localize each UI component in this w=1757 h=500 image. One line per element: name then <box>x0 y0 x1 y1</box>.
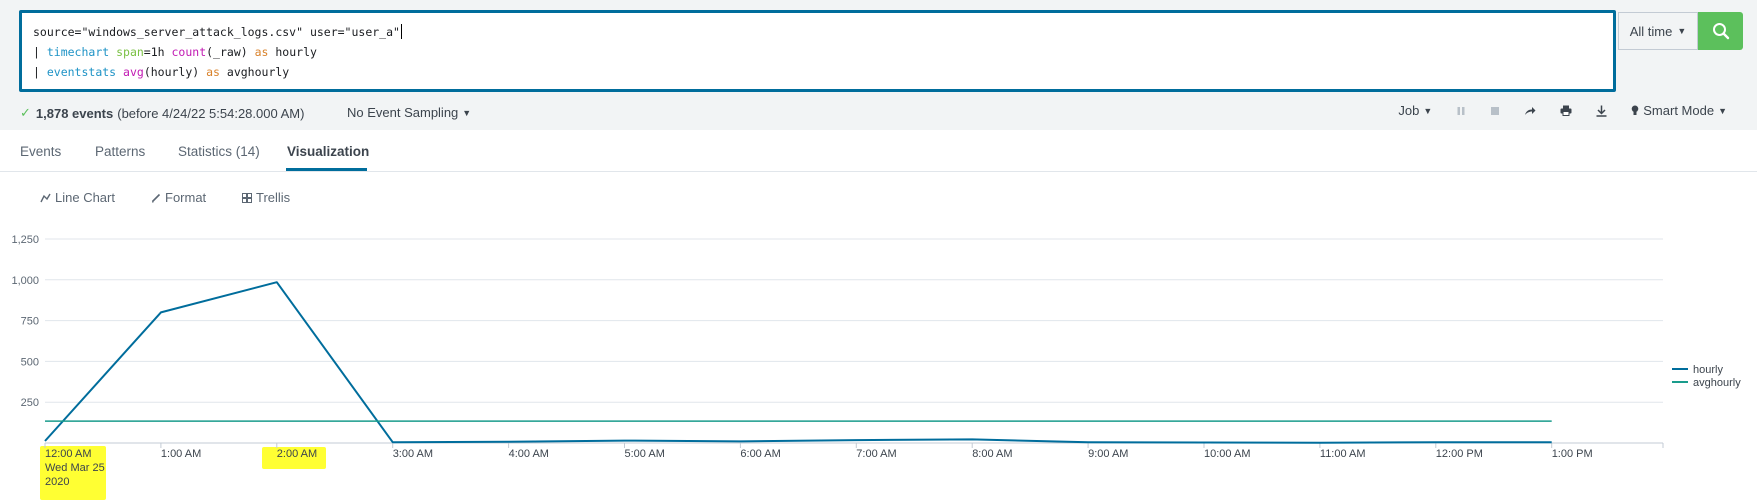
x-tick-label: 3:00 AM <box>393 448 433 460</box>
caret-down-icon: ▼ <box>1677 26 1687 36</box>
y-tick-label: 250 <box>21 397 39 409</box>
text-caret <box>400 24 402 39</box>
pause-icon <box>1457 106 1465 115</box>
checkmark-icon: ✓ <box>20 105 31 120</box>
legend-label: avghourly <box>1693 377 1741 389</box>
line-chart-panel: 1,250 1,000 750 500 250 12:00 AM Wed Mar 25 202… <box>0 225 1757 500</box>
as-keyword: as <box>206 65 220 79</box>
x-tick-label: 10:00 AM <box>1204 448 1250 460</box>
pause-button[interactable] <box>1456 106 1466 116</box>
y-tick-label: 750 <box>21 316 39 328</box>
legend-label: hourly <box>1693 364 1723 376</box>
lightbulb-icon <box>1631 105 1639 115</box>
query-line-1-text: source="windows_server_attack_logs.csv" … <box>33 25 400 39</box>
job-menu-label: Job <box>1398 103 1420 118</box>
time-range-picker[interactable]: All time ▼ <box>1618 12 1698 50</box>
format-label: Format <box>165 190 207 205</box>
x-tick-label: 12:00 PM <box>1436 448 1483 460</box>
search-mode-label: Smart Mode <box>1643 103 1715 118</box>
time-range-label: All time <box>1629 23 1673 39</box>
query-line-3: | eventstats avg(hourly) as avghourly <box>33 62 1602 82</box>
y-tick-label: 500 <box>21 356 39 368</box>
chart-type-button[interactable]: Line Chart <box>40 190 115 205</box>
command-keyword: timechart <box>46 45 110 59</box>
line-chart-icon <box>40 193 51 202</box>
download-icon <box>1596 105 1607 117</box>
alias-text: avghourly <box>219 65 290 79</box>
x-tick-label: 1:00 AM <box>161 448 201 460</box>
chart-type-label: Line Chart <box>55 190 115 205</box>
x-tick-label: 6:00 AM <box>740 448 780 460</box>
print-button[interactable] <box>1560 105 1572 116</box>
event-count: 1,878 events <box>35 105 114 121</box>
x-tick-label: 7:00 AM <box>856 448 896 460</box>
pipe-symbol: | <box>33 45 47 59</box>
pencil-icon <box>151 193 161 202</box>
tab-events[interactable]: Events <box>20 144 61 159</box>
query-line-2: | timechart span=1h count(_raw) as hourl… <box>33 42 1602 62</box>
tab-patterns[interactable]: Patterns <box>95 144 145 159</box>
trellis-button[interactable]: Trellis <box>242 190 290 205</box>
search-area: source="windows_server_attack_logs.csv" … <box>0 0 1757 130</box>
print-icon <box>1560 105 1572 116</box>
job-status-bar: ✓ 1,878 events (before 4/24/22 5:54:28.0… <box>0 101 1757 125</box>
function-keyword: avg <box>116 65 144 79</box>
share-button[interactable] <box>1524 106 1536 116</box>
x-tick-label: 8:00 AM <box>972 448 1012 460</box>
trellis-label: Trellis <box>256 190 291 205</box>
command-keyword: eventstats <box>46 65 117 79</box>
search-icon <box>1712 23 1729 40</box>
x-tick-label: 5:00 AM <box>625 448 665 460</box>
function-keyword: count <box>171 45 207 59</box>
y-tick-label: 1,000 <box>11 275 39 287</box>
x-tick-label: 2:00 AM <box>277 448 317 460</box>
as-keyword: as <box>254 45 269 59</box>
share-icon <box>1525 106 1536 115</box>
x-tick-label: 2020 <box>45 476 69 488</box>
job-menu[interactable]: Job ▼ <box>1398 103 1432 118</box>
argument-value: =1h <box>143 45 172 59</box>
event-summary: ✓ 1,878 events (before 4/24/22 5:54:28.0… <box>20 105 304 121</box>
trellis-grid-icon <box>242 192 252 203</box>
stop-icon <box>1491 106 1500 115</box>
x-tick-label: 1:00 PM <box>1552 448 1593 460</box>
x-tick-label: 4:00 AM <box>509 448 549 460</box>
x-tick-label: Wed Mar 25 <box>45 462 105 474</box>
tab-visualization[interactable]: Visualization <box>287 144 369 159</box>
job-controls: Job ▼ Smart Mode ▼ <box>1374 103 1727 118</box>
caret-down-icon: ▼ <box>462 107 472 118</box>
function-args: (hourly) <box>143 65 207 79</box>
pipe-symbol: | <box>33 65 47 79</box>
function-args: (_raw) <box>206 45 255 59</box>
active-tab-indicator <box>286 168 367 171</box>
event-sampling-label: No Event Sampling <box>347 105 459 120</box>
event-sampling-dropdown[interactable]: No Event Sampling ▼ <box>347 105 471 120</box>
query-line-1: source="windows_server_attack_logs.csv" … <box>33 22 1602 42</box>
caret-down-icon: ▼ <box>1423 105 1433 116</box>
x-tick-label: 9:00 AM <box>1088 448 1128 460</box>
search-mode-dropdown[interactable]: Smart Mode ▼ <box>1631 103 1727 118</box>
event-time-bound: (before 4/24/22 5:54:28.000 AM) <box>117 105 305 121</box>
visualization-toolbar: Line Chart Format Trellis <box>0 185 1757 213</box>
caret-down-icon: ▼ <box>1718 105 1727 116</box>
format-button[interactable]: Format <box>151 190 206 205</box>
series-line-hourly <box>44 281 1552 444</box>
stop-button[interactable] <box>1490 106 1500 116</box>
search-query-editor[interactable]: source="windows_server_attack_logs.csv" … <box>19 10 1616 92</box>
line-chart: 1,250 1,000 750 500 250 12:00 AM Wed Mar 25 202… <box>11 234 1741 488</box>
tab-statistics[interactable]: Statistics (14) <box>178 144 260 159</box>
results-tabs: Events Patterns Statistics (14) Visualiz… <box>0 130 1757 172</box>
argument-keyword: span <box>109 45 144 59</box>
y-tick-label: 1,250 <box>11 234 39 246</box>
x-tick-label: 12:00 AM <box>45 448 91 460</box>
search-button[interactable] <box>1698 12 1743 50</box>
x-tick-label: 11:00 AM <box>1320 448 1366 460</box>
export-button[interactable] <box>1596 105 1607 117</box>
alias-text: hourly <box>268 45 317 59</box>
